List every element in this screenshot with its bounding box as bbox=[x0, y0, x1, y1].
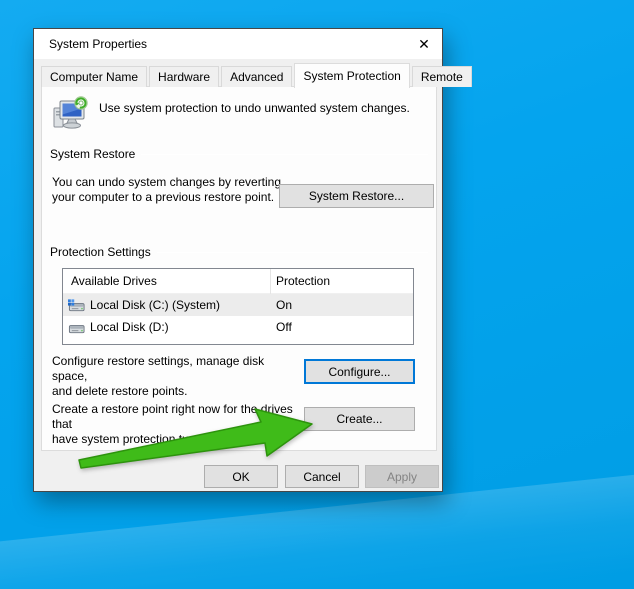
tabstrip: Computer Name Hardware Advanced System P… bbox=[41, 62, 472, 88]
system-drive-icon bbox=[68, 298, 85, 311]
create-description-line1: Create a restore point right now for the… bbox=[52, 402, 293, 431]
protection-settings-list: Available Drives Protection Local Disk (… bbox=[62, 268, 414, 345]
system-properties-dialog: System Properties ✕ Computer Name Hardwa… bbox=[33, 28, 472, 492]
system-restore-group-label: System Restore bbox=[50, 147, 136, 161]
column-header-available-drives[interactable]: Available Drives bbox=[63, 268, 271, 294]
table-row-drive-c[interactable]: Local Disk (C:) (System) On bbox=[63, 294, 413, 316]
configure-description-line1: Configure restore settings, manage disk … bbox=[52, 354, 265, 383]
ok-button[interactable]: OK bbox=[204, 465, 278, 488]
titlebar[interactable]: System Properties ✕ bbox=[34, 29, 442, 59]
tab-computer-name[interactable]: Computer Name bbox=[41, 66, 148, 87]
system-protection-icon bbox=[53, 96, 88, 129]
close-icon[interactable]: ✕ bbox=[406, 29, 442, 59]
list-header: Available Drives Protection bbox=[63, 268, 413, 294]
protection-settings-group-header: Protection Settings bbox=[50, 245, 428, 259]
column-header-protection[interactable]: Protection bbox=[271, 274, 413, 288]
system-protection-tab-page: Use system protection to undo unwanted s… bbox=[41, 86, 437, 451]
configure-description: Configure restore settings, manage disk … bbox=[52, 354, 302, 399]
system-restore-description: You can undo system changes by reverting… bbox=[52, 175, 282, 205]
system-restore-description-line1: You can undo system changes by reverting bbox=[52, 175, 282, 189]
configure-description-line2: and delete restore points. bbox=[52, 384, 188, 398]
system-restore-description-line2: your computer to a previous restore poin… bbox=[52, 190, 275, 204]
apply-button: Apply bbox=[365, 465, 439, 488]
system-restore-button[interactable]: System Restore... bbox=[279, 184, 434, 208]
tab-system-protection[interactable]: System Protection bbox=[294, 63, 410, 88]
configure-button[interactable]: Configure... bbox=[304, 359, 415, 384]
protection-status: On bbox=[276, 298, 293, 312]
protection-settings-group-label: Protection Settings bbox=[50, 245, 151, 259]
drive-name: Local Disk (C:) (System) bbox=[90, 298, 221, 312]
protection-status: Off bbox=[276, 320, 292, 334]
tab-remote[interactable]: Remote bbox=[411, 66, 472, 87]
table-row-drive-d[interactable]: Local Disk (D:) Off bbox=[63, 316, 413, 338]
cancel-button[interactable]: Cancel bbox=[285, 465, 359, 488]
group-divider bbox=[156, 251, 428, 253]
create-button[interactable]: Create... bbox=[304, 407, 415, 431]
tab-hardware[interactable]: Hardware bbox=[149, 66, 220, 87]
create-description: Create a restore point right now for the… bbox=[52, 402, 304, 447]
tab-advanced[interactable]: Advanced bbox=[221, 66, 293, 87]
drive-icon bbox=[68, 324, 85, 333]
group-divider bbox=[141, 153, 428, 155]
window-title: System Properties bbox=[49, 37, 148, 51]
system-restore-group-header: System Restore bbox=[50, 147, 428, 161]
create-description-line2: have system protection turned on. bbox=[52, 432, 233, 446]
drive-name: Local Disk (D:) bbox=[90, 320, 169, 334]
intro-text: Use system protection to undo unwanted s… bbox=[99, 101, 410, 115]
